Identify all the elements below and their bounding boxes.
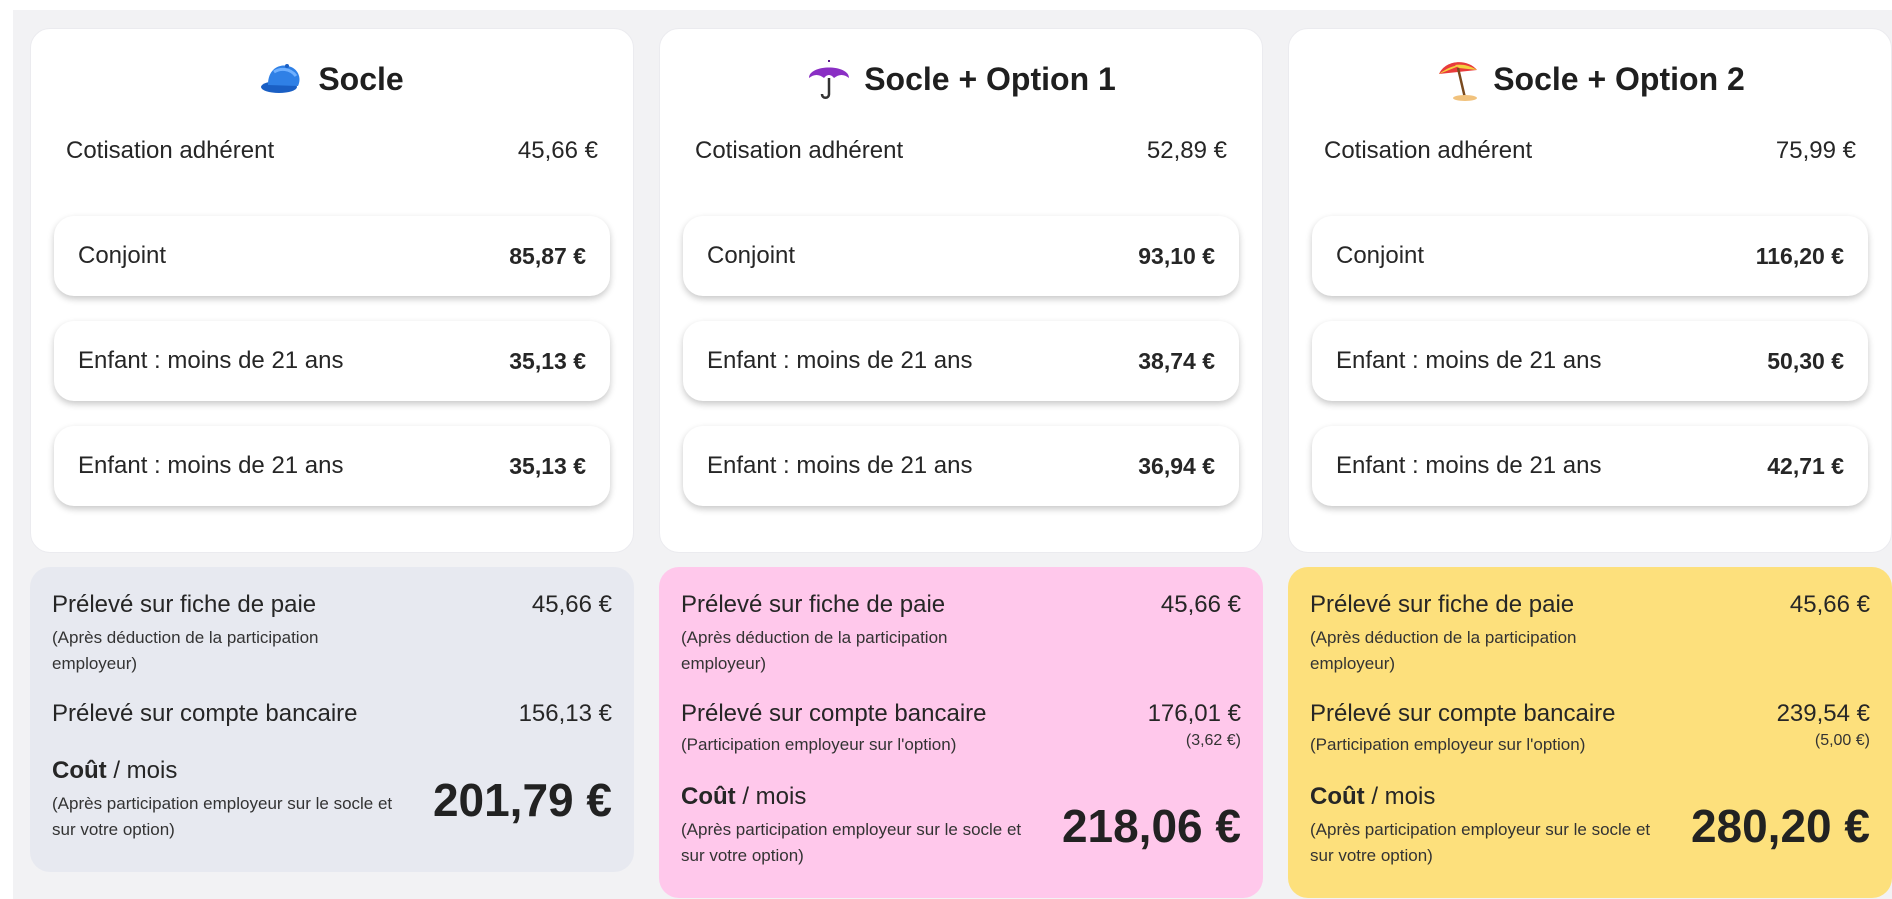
member-label: Enfant : moins de 21 ans bbox=[707, 347, 973, 374]
member-label: Conjoint bbox=[707, 242, 796, 269]
preleve-banque-block: Prélevé sur compte bancaire 239,54 € (Pa… bbox=[1310, 700, 1870, 758]
participation-option-amount: (5,00 €) bbox=[1814, 732, 1870, 749]
cap-icon bbox=[261, 64, 300, 93]
cout-total: 280,20 € bbox=[1690, 800, 1870, 852]
member-label: Enfant : moins de 21 ans bbox=[1336, 347, 1602, 374]
plan-card-socle[interactable]: Socle Cotisation adhérent 45,66 € Conjoi… bbox=[30, 28, 634, 872]
plan-title: Socle bbox=[31, 55, 633, 103]
cout-label: Coût / mois bbox=[52, 757, 178, 784]
preleve-paie-amount: 45,66 € bbox=[1789, 591, 1870, 618]
member-enfant[interactable]: Enfant : moins de 21 ans 42,71 € bbox=[1312, 426, 1868, 506]
cotisation-label: Cotisation adhérent bbox=[1324, 137, 1533, 164]
participation-option-note: (Participation employeur sur l'option) bbox=[681, 735, 957, 754]
member-label: Enfant : moins de 21 ans bbox=[1336, 452, 1602, 479]
cout-mensuel-block: Coût / mois (Après participation employe… bbox=[52, 757, 612, 843]
cout-note: (Après participation employeur sur le so… bbox=[1310, 820, 1651, 865]
member-conjoint[interactable]: Conjoint 116,20 € bbox=[1312, 216, 1868, 296]
cotisation-adherent-row: Cotisation adhérent 52,89 € bbox=[695, 137, 1227, 165]
member-conjoint[interactable]: Conjoint 85,87 € bbox=[54, 216, 610, 296]
member-amount: 116,20 € bbox=[1755, 242, 1844, 269]
preleve-banque-amount: 156,13 € bbox=[518, 700, 612, 727]
member-label: Enfant : moins de 21 ans bbox=[78, 347, 344, 374]
cotisation-label: Cotisation adhérent bbox=[66, 137, 275, 164]
participation-option-note: (Participation employeur sur l'option) bbox=[1310, 735, 1586, 754]
cout-label: Coût / mois bbox=[681, 783, 807, 810]
preleve-paie-note: (Après déduction de la participation emp… bbox=[1310, 628, 1577, 673]
member-amount: 85,87 € bbox=[509, 242, 586, 269]
member-enfant[interactable]: Enfant : moins de 21 ans 38,74 € bbox=[683, 321, 1239, 401]
member-amount: 35,13 € bbox=[509, 452, 586, 479]
preleve-paie-block: Prélevé sur fiche de paie 45,66 € (Après… bbox=[52, 591, 612, 677]
cout-mensuel-block: Coût / mois (Après participation employe… bbox=[1310, 783, 1870, 869]
payment-summary: Prélevé sur fiche de paie 45,66 € (Après… bbox=[30, 567, 634, 872]
member-amount: 42,71 € bbox=[1767, 452, 1844, 479]
cout-label: Coût / mois bbox=[1310, 783, 1436, 810]
plan-title: Socle + Option 2 bbox=[1289, 55, 1891, 103]
plan-details: Socle + Option 1 Cotisation adhérent 52,… bbox=[659, 28, 1263, 553]
cotisation-amount: 75,99 € bbox=[1775, 137, 1856, 164]
plan-title: Socle + Option 1 bbox=[660, 55, 1262, 103]
plan-details: Socle Cotisation adhérent 45,66 € Conjoi… bbox=[30, 28, 634, 553]
member-conjoint[interactable]: Conjoint 93,10 € bbox=[683, 216, 1239, 296]
member-label: Conjoint bbox=[78, 242, 167, 269]
payment-summary: Prélevé sur fiche de paie 45,66 € (Après… bbox=[1288, 567, 1892, 898]
cotisation-label: Cotisation adhérent bbox=[695, 137, 904, 164]
preleve-banque-label: Prélevé sur compte bancaire bbox=[1310, 700, 1616, 727]
member-enfant[interactable]: Enfant : moins de 21 ans 36,94 € bbox=[683, 426, 1239, 506]
cotisation-adherent-row: Cotisation adhérent 75,99 € bbox=[1324, 137, 1856, 165]
preleve-paie-note: (Après déduction de la participation emp… bbox=[681, 628, 948, 673]
plan-card-option-2[interactable]: Socle + Option 2 Cotisation adhérent 75,… bbox=[1288, 28, 1892, 898]
member-label: Enfant : moins de 21 ans bbox=[707, 452, 973, 479]
payment-summary: Prélevé sur fiche de paie 45,66 € (Après… bbox=[659, 567, 1263, 898]
member-amount: 50,30 € bbox=[1767, 347, 1844, 374]
preleve-paie-amount: 45,66 € bbox=[531, 591, 612, 618]
umbrella-icon bbox=[809, 60, 850, 99]
preleve-paie-note: (Après déduction de la participation emp… bbox=[52, 628, 319, 673]
preleve-paie-label: Prélevé sur fiche de paie bbox=[681, 591, 946, 618]
plan-details: Socle + Option 2 Cotisation adhérent 75,… bbox=[1288, 28, 1892, 553]
preleve-paie-block: Prélevé sur fiche de paie 45,66 € (Après… bbox=[681, 591, 1241, 677]
cotisation-amount: 52,89 € bbox=[1146, 137, 1227, 164]
beach-umbrella-icon bbox=[1439, 62, 1478, 101]
cout-total: 218,06 € bbox=[1061, 800, 1241, 852]
member-label: Conjoint bbox=[1336, 242, 1425, 269]
plan-card-option-1[interactable]: Socle + Option 1 Cotisation adhérent 52,… bbox=[659, 28, 1263, 898]
member-enfant[interactable]: Enfant : moins de 21 ans 50,30 € bbox=[1312, 321, 1868, 401]
preleve-paie-label: Prélevé sur fiche de paie bbox=[52, 591, 317, 618]
member-amount: 35,13 € bbox=[509, 347, 586, 374]
cotisation-amount: 45,66 € bbox=[517, 137, 598, 164]
cotisation-adherent-row: Cotisation adhérent 45,66 € bbox=[66, 137, 598, 165]
cout-mensuel-block: Coût / mois (Après participation employe… bbox=[681, 783, 1241, 869]
cout-note: (Après participation employeur sur le so… bbox=[681, 820, 1022, 865]
preleve-paie-block: Prélevé sur fiche de paie 45,66 € (Après… bbox=[1310, 591, 1870, 677]
preleve-banque-amount: 239,54 € bbox=[1776, 700, 1870, 727]
participation-option-amount: (3,62 €) bbox=[1185, 732, 1241, 749]
preleve-banque-block: Prélevé sur compte bancaire 176,01 € (Pa… bbox=[681, 700, 1241, 758]
preleve-paie-label: Prélevé sur fiche de paie bbox=[1310, 591, 1575, 618]
cout-note: (Après participation employeur sur le so… bbox=[52, 794, 393, 839]
preleve-banque-label: Prélevé sur compte bancaire bbox=[681, 700, 987, 727]
preleve-banque-amount: 176,01 € bbox=[1147, 700, 1241, 727]
preleve-paie-amount: 45,66 € bbox=[1160, 591, 1241, 618]
member-label: Enfant : moins de 21 ans bbox=[78, 452, 344, 479]
member-amount: 38,74 € bbox=[1138, 347, 1215, 374]
member-enfant[interactable]: Enfant : moins de 21 ans 35,13 € bbox=[54, 426, 610, 506]
member-enfant[interactable]: Enfant : moins de 21 ans 35,13 € bbox=[54, 321, 610, 401]
member-amount: 36,94 € bbox=[1138, 452, 1215, 479]
member-amount: 93,10 € bbox=[1138, 242, 1215, 269]
preleve-banque-block: Prélevé sur compte bancaire 156,13 € bbox=[52, 700, 612, 728]
preleve-banque-label: Prélevé sur compte bancaire bbox=[52, 700, 358, 727]
cout-total: 201,79 € bbox=[432, 774, 612, 826]
